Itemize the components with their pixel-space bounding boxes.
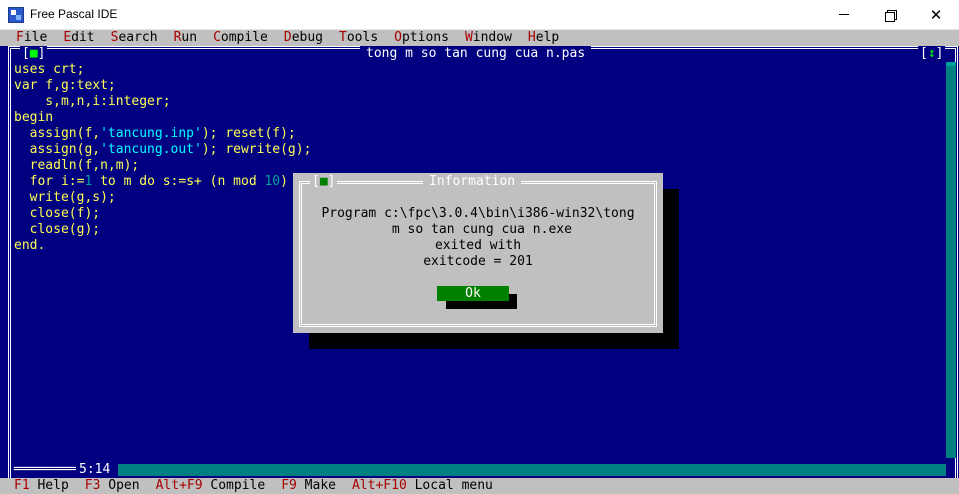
hint-local-menu[interactable]: Alt+F10 Local menu xyxy=(352,478,493,494)
menu-debug[interactable]: Debug xyxy=(276,30,331,46)
menu-window[interactable]: Window xyxy=(457,30,520,46)
menu-file[interactable]: File xyxy=(8,30,55,46)
dialog-message-line: exitcode = 201 xyxy=(423,254,533,269)
ok-button[interactable]: Ok xyxy=(437,286,509,301)
dialog-message-line: m so tan cung cua n.exe xyxy=(384,222,572,237)
restore-button[interactable] xyxy=(867,0,913,29)
close-box-icon: ■ xyxy=(29,46,38,61)
code-line: end. xyxy=(14,238,46,253)
code-line: for i:=1 to m do s:=s+ (n mod 10) xyxy=(14,174,288,189)
cursor-position: 5:14 xyxy=(76,462,114,478)
window-titlebar: Free Pascal IDE ✕ xyxy=(0,0,959,30)
dialog-message-line: Program c:\fpc\3.0.4\bin\i386-win32\tong xyxy=(321,206,635,221)
horizontal-scrollbar[interactable] xyxy=(118,464,946,476)
hint-compile[interactable]: Alt+F9 Compile xyxy=(156,478,266,494)
menu-options[interactable]: Options xyxy=(386,30,457,46)
code-line: readln(f,n,m); xyxy=(14,158,140,173)
hint-make[interactable]: F9 Make xyxy=(281,478,336,494)
menu-help[interactable]: Help xyxy=(520,30,567,46)
code-line: uses crt; xyxy=(14,62,85,77)
code-line: assign(g,'tancung.out'); rewrite(g); xyxy=(14,142,312,157)
close-box-icon: ■ xyxy=(319,174,328,189)
editor-title: tong m so tan cung cua n.pas xyxy=(360,46,592,62)
editor-zoom-box[interactable]: [↕] xyxy=(918,46,946,62)
code-line: close(f); xyxy=(14,206,101,221)
restore-icon xyxy=(885,9,897,22)
dialog-close-box[interactable]: [■] xyxy=(310,174,338,190)
close-window-button[interactable]: ✕ xyxy=(913,0,959,29)
code-editor[interactable]: uses crt; var f,g:text; s,m,n,i:integer; b… xyxy=(14,62,311,254)
dialog-message: Program c:\fpc\3.0.4\bin\i386-win32\tong… xyxy=(293,206,663,270)
window-title: Free Pascal IDE xyxy=(30,7,118,21)
code-line: begin xyxy=(14,110,54,125)
code-line: assign(f,'tancung.inp'); reset(f); xyxy=(14,126,296,141)
code-line: write(g,s); xyxy=(14,190,116,205)
dialog-message-line: exited with xyxy=(434,238,522,253)
free-pascal-app-icon xyxy=(8,7,24,23)
menu-run[interactable]: Run xyxy=(166,30,205,46)
dialog-title: Information xyxy=(423,174,522,190)
status-hint-bar: F1 Help F3 Open Alt+F9 Compile F9 Make A… xyxy=(0,478,959,494)
menu-tools[interactable]: Tools xyxy=(331,30,386,46)
menu-bar: File Edit Search Run Compile Debug Tools… xyxy=(0,30,959,46)
vertical-scrollbar[interactable] xyxy=(946,66,956,458)
editor-close-box[interactable]: [■] xyxy=(20,46,48,62)
code-line: s,m,n,i:integer; xyxy=(14,94,171,109)
code-line: close(g); xyxy=(14,222,101,237)
menu-search[interactable]: Search xyxy=(103,30,166,46)
hint-help[interactable]: F1 Help xyxy=(14,478,69,494)
minimize-icon xyxy=(839,14,849,15)
code-line: var f,g:text; xyxy=(14,78,116,93)
minimize-button[interactable] xyxy=(821,0,867,29)
close-icon: ✕ xyxy=(929,5,943,24)
menu-edit[interactable]: Edit xyxy=(55,30,102,46)
information-dialog: [■] Information Program c:\fpc\3.0.4\bin… xyxy=(293,173,663,333)
zoom-icon: ↕ xyxy=(927,46,936,61)
menu-compile[interactable]: Compile xyxy=(205,30,276,46)
hint-open[interactable]: F3 Open xyxy=(85,478,140,494)
